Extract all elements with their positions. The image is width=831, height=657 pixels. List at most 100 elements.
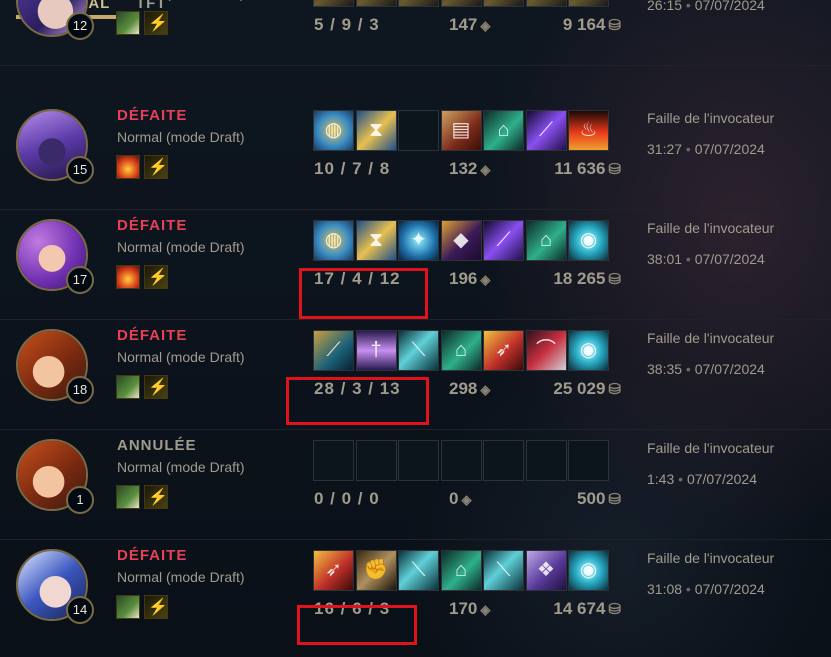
item-slot-item[interactable] <box>525 0 567 7</box>
item-slot-dagger[interactable]: ⟍ <box>398 550 439 591</box>
gold-coins-icon: ⛁ <box>608 601 621 618</box>
item-slot-sphere[interactable]: ◉ <box>568 330 609 371</box>
empty-item-slot[interactable] <box>440 440 482 481</box>
separator-dot: • <box>674 471 687 487</box>
flash-spell-icon[interactable]: ⚡ <box>144 595 168 619</box>
flash-spell-icon[interactable]: ⚡ <box>144 265 168 289</box>
orb-icon: ◍ <box>324 229 343 251</box>
summoner-spells: ⚡ <box>116 595 170 621</box>
map-name: Faille de l'invocateur <box>647 550 775 566</box>
game-duration: 1:43 <box>647 471 675 487</box>
item-slot-gauntlet[interactable]: ✊ <box>355 550 397 591</box>
match-row[interactable]: 15 DÉFAITE Normal (mode Draft) ⚡ ◍ ⧗ ▤ ⌂ ⟋ ♨ 10 / … <box>0 100 831 210</box>
hourglass-icon: ⧗ <box>368 119 384 141</box>
item-slot-boots[interactable]: ⌂ <box>483 110 524 151</box>
empty-item-slot[interactable] <box>313 440 354 481</box>
item-slot-item[interactable] <box>355 0 397 7</box>
duration-date: 31:27 • 07/07/2024 <box>647 141 765 157</box>
gold-coins-icon: ⛁ <box>608 271 621 288</box>
item-slot-mask[interactable]: ◆ <box>440 220 482 261</box>
item-slot-item[interactable] <box>483 0 524 7</box>
item-slot-staff[interactable]: ⟋ <box>483 220 524 261</box>
creep-score: 147 ◈ <box>449 15 490 35</box>
flash-glyph: ⚡ <box>148 15 168 32</box>
item-slot-bow[interactable]: ⌒ <box>525 330 567 371</box>
heal-spell-icon[interactable] <box>116 375 140 399</box>
champion-level-badge: 18 <box>66 376 94 404</box>
item-slot-boots[interactable]: ⌂ <box>440 330 482 371</box>
item-slot-sword[interactable]: † <box>355 330 397 371</box>
queue-mode: Normal (mode Draft) <box>117 0 245 1</box>
item-slot-spear[interactable]: ➶ <box>483 330 524 371</box>
item-slot-item[interactable] <box>440 0 482 7</box>
gold-earned: 500 ⛁ <box>577 489 621 509</box>
flash-spell-icon[interactable]: ⚡ <box>144 155 168 179</box>
ignite-spell-icon[interactable] <box>116 155 140 179</box>
item-slot-item[interactable] <box>568 0 609 7</box>
item-slot-dagger[interactable]: ⟍ <box>398 330 439 371</box>
item-icon <box>399 0 438 6</box>
item-slot-orb[interactable]: ◍ <box>313 110 354 151</box>
item-slot-hourglass[interactable]: ⧗ <box>355 110 397 151</box>
empty-icon <box>314 441 353 480</box>
item-slot-blade[interactable]: ⟋ <box>313 330 354 371</box>
item-slot-dagger[interactable]: ⟍ <box>483 550 524 591</box>
item-slot-orb2[interactable]: ✦ <box>398 220 439 261</box>
item-slot-item[interactable] <box>313 0 354 7</box>
heal-spell-icon[interactable] <box>116 11 140 35</box>
creep-score: 196 ◈ <box>449 269 490 289</box>
game-date: 07/07/2024 <box>694 361 765 377</box>
empty-icon <box>484 441 523 480</box>
flash-spell-icon[interactable]: ⚡ <box>144 11 168 35</box>
summoner-spells: ⚡ <box>116 375 170 401</box>
gold-value: 9 164 <box>562 15 606 34</box>
spear-icon: ➶ <box>325 559 342 581</box>
item-slot-sphere[interactable]: ◉ <box>568 550 609 591</box>
item-slot-boots[interactable]: ⌂ <box>440 550 482 591</box>
ignite-spell-icon[interactable] <box>116 265 140 289</box>
flash-spell-icon[interactable]: ⚡ <box>144 375 168 399</box>
empty-item-slot[interactable] <box>398 110 439 151</box>
item-slot-staff[interactable]: ⟋ <box>525 110 567 151</box>
item-build <box>313 0 611 8</box>
item-build: ⟋ † ⟍ ⌂ ➶ ⌒ ◉ <box>313 330 611 372</box>
champion-level-badge: 1 <box>66 486 94 514</box>
item-slot-tome[interactable]: ▤ <box>440 110 482 151</box>
empty-item-slot[interactable] <box>568 440 609 481</box>
game-duration: 38:35 <box>647 361 683 377</box>
tome-icon: ▤ <box>451 119 471 141</box>
empty-icon <box>399 441 438 480</box>
match-row[interactable]: 1 ANNULÉE Normal (mode Draft) ⚡ 0 / 0 / 0 0 ◈ 5… <box>0 430 831 540</box>
match-row[interactable]: 12 Normal (mode Draft) ⚡ 5 / 9 / 3 147◈ 9 164… <box>0 0 831 66</box>
item-slot-sphere[interactable]: ◉ <box>568 220 609 261</box>
item-slot-hourglass[interactable]: ⧗ <box>355 220 397 261</box>
boots-icon: ⌂ <box>454 339 468 361</box>
summoner-spells: ⚡ <box>116 11 170 37</box>
champion-level-badge: 14 <box>66 596 94 624</box>
kda-score: 10 / 7 / 8 <box>314 159 391 178</box>
creep-score: 170 ◈ <box>449 599 490 619</box>
item-slot-spear[interactable]: ➶ <box>313 550 354 591</box>
game-date: 07/07/2024 <box>694 0 765 13</box>
item-icon <box>357 0 396 6</box>
item-slot-torch[interactable]: ♨ <box>568 110 609 151</box>
summoner-spells: ⚡ <box>116 485 170 511</box>
item-slot-boots[interactable]: ⌂ <box>525 220 567 261</box>
game-duration: 38:01 <box>647 251 683 267</box>
flash-spell-icon[interactable]: ⚡ <box>144 485 168 509</box>
item-slot-item[interactable] <box>398 0 439 7</box>
creep-score: 0 ◈ <box>449 489 471 509</box>
kda-score: 0 / 0 / 0 <box>314 489 380 508</box>
heal-spell-icon[interactable] <box>116 595 140 619</box>
empty-item-slot[interactable] <box>525 440 567 481</box>
map-name: Faille de l'invocateur <box>647 330 775 346</box>
empty-item-slot[interactable] <box>398 440 439 481</box>
game-date: 07/07/2024 <box>694 141 765 157</box>
item-slot-orb[interactable]: ◍ <box>313 220 354 261</box>
empty-item-slot[interactable] <box>355 440 397 481</box>
empty-item-slot[interactable] <box>483 440 524 481</box>
item-slot-cloak[interactable]: ❖ <box>525 550 567 591</box>
map-name: Faille de l'invocateur <box>647 220 775 236</box>
gold-coins-icon: ⛁ <box>608 381 621 398</box>
heal-spell-icon[interactable] <box>116 485 140 509</box>
